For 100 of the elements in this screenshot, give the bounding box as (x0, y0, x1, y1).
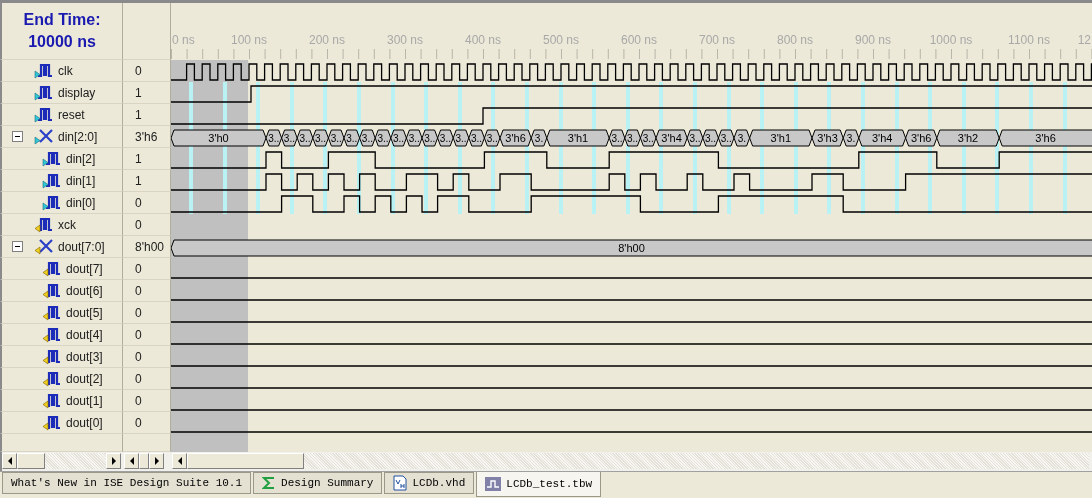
signal-name-cell[interactable]: dout[0] (0, 412, 123, 434)
scrollbar-thumb[interactable] (17, 453, 45, 469)
bus-segment: 3.. (717, 129, 735, 147)
bus-segment: 3.. (405, 129, 423, 147)
signal-name-cell[interactable]: dout[7:0] (0, 236, 123, 258)
bus-segment: 3.. (374, 129, 392, 147)
bus-segment: 3'h3 (811, 129, 844, 147)
time-label: 300 ns (387, 33, 423, 47)
right-arrow-icon (111, 457, 116, 465)
bus-segment: 8'h00 (171, 239, 1092, 257)
time-label: 500 ns (543, 33, 579, 47)
sigma-icon (262, 476, 277, 490)
time-label: 200 ns (309, 33, 345, 47)
time-label: 700 ns (699, 33, 735, 47)
signal-name-cell[interactable]: dout[7] (0, 258, 123, 280)
time-label: 1100 ns (1008, 33, 1050, 47)
bus-segment: 3.. (296, 129, 314, 147)
signal-value: 0 (135, 415, 142, 430)
time-label: 600 ns (621, 33, 657, 47)
document-tab[interactable]: LCDb_test.tbw (476, 472, 602, 497)
document-icon (393, 475, 408, 491)
signal-name-cell[interactable]: dout[4] (0, 324, 123, 346)
signal-value: 0 (135, 283, 142, 298)
scroll-left-button[interactable] (2, 453, 17, 469)
signal-name-cell[interactable]: din[0] (0, 192, 123, 214)
signal-name: dout[3] (66, 349, 103, 364)
end-time-value: 10000 ns (28, 33, 96, 51)
left-arrow-icon (177, 457, 182, 465)
signal-value: 0 (135, 305, 142, 320)
signal-name: din[2:0] (58, 129, 98, 144)
bus-segment: 3'h6 (905, 129, 938, 147)
document-tab[interactable]: Design Summary (253, 472, 383, 494)
signal-name: dout[1] (66, 393, 103, 408)
scroll-left-button[interactable] (124, 453, 139, 469)
signal-value: 1 (135, 107, 142, 122)
signal-name: dout[5] (66, 305, 103, 320)
time-label: 12 (1077, 33, 1091, 47)
signal-value: 1 (135, 85, 142, 100)
signal-value: 1 (135, 151, 142, 166)
document-tab[interactable]: LCDb.vhd (384, 472, 475, 494)
left-arrow-icon (129, 457, 134, 465)
scrollbar-thumb[interactable] (139, 453, 149, 469)
signal-name: dout[7:0] (58, 239, 105, 254)
signal-name: dout[6] (66, 283, 103, 298)
left-arrow-icon (7, 457, 12, 465)
time-label: 800 ns (777, 33, 813, 47)
bus-segment: 3. (733, 129, 751, 147)
scroll-right-button[interactable] (149, 453, 164, 469)
bus-segment: 3'h4 (655, 129, 688, 147)
bus-segment: 3.. (437, 129, 454, 147)
signal-name: dout[4] (66, 327, 103, 342)
signal-name: din[0] (66, 195, 96, 210)
signal-value: 8'h00 (135, 239, 164, 254)
signal-value: 3'h6 (135, 129, 158, 144)
bus-segment: 3.. (312, 129, 329, 147)
signal-name: dout[2] (66, 371, 103, 386)
signal-name-cell[interactable]: dout[2] (0, 368, 123, 390)
signal-value: 0 (135, 63, 142, 78)
bus-segment: 3.. (452, 129, 470, 147)
signal-name-cell[interactable]: display (0, 82, 123, 104)
waveform-icon (485, 477, 502, 491)
signal-name-cell[interactable]: din[1] (0, 170, 123, 192)
scroll-left-button[interactable] (172, 453, 187, 469)
signal-name: din[1] (66, 173, 96, 188)
bus-segment: 3.. (639, 129, 657, 147)
signal-name-cell[interactable]: dout[3] (0, 346, 123, 368)
document-tab[interactable]: What's New in ISE Design Suite 10.1 (2, 472, 252, 494)
bus-segment: 3'h6 (499, 129, 532, 147)
signal-name: clk (58, 63, 73, 78)
bus-segment: 3.. (483, 129, 501, 147)
time-label: 1000 ns (929, 33, 973, 47)
bus-segment: 3.. (359, 129, 376, 147)
signal-value: 0 (135, 371, 142, 386)
bus-segment: 3.. (327, 129, 345, 147)
signal-name-cell[interactable]: dout[1] (0, 390, 123, 412)
signal-name-cell[interactable]: xck (0, 214, 123, 236)
scrollbar-thumb[interactable] (187, 453, 304, 469)
signal-name-cell[interactable]: reset (0, 104, 123, 126)
bus-segment: 3.. (608, 129, 626, 147)
signal-name: reset (58, 107, 85, 122)
scroll-right-button[interactable] (106, 453, 121, 469)
collapse-icon[interactable] (12, 131, 23, 142)
bus-segment: 3.. (702, 129, 719, 147)
signal-name-cell[interactable]: din[2] (0, 148, 123, 170)
collapse-icon[interactable] (12, 241, 23, 252)
signal-name: dout[0] (66, 415, 103, 430)
bus-segment: 3.. (265, 129, 283, 147)
signal-name-cell[interactable]: din[2:0] (0, 126, 123, 148)
signal-name-cell[interactable]: clk (0, 60, 123, 82)
bus-segment: 3.. (686, 129, 704, 147)
signal-name-cell[interactable]: dout[6] (0, 280, 123, 302)
signal-name-cell[interactable]: dout[5] (0, 302, 123, 324)
signal-name: xck (58, 217, 76, 232)
signal-value: 0 (135, 327, 142, 342)
end-time-label: End Time: (23, 11, 101, 29)
signal-value: 1 (135, 173, 142, 188)
signal-value: 0 (135, 217, 142, 232)
bus-segment: 3.. (390, 129, 407, 147)
time-label: 400 ns (465, 33, 501, 47)
bus-segment: 3.. (343, 129, 361, 147)
